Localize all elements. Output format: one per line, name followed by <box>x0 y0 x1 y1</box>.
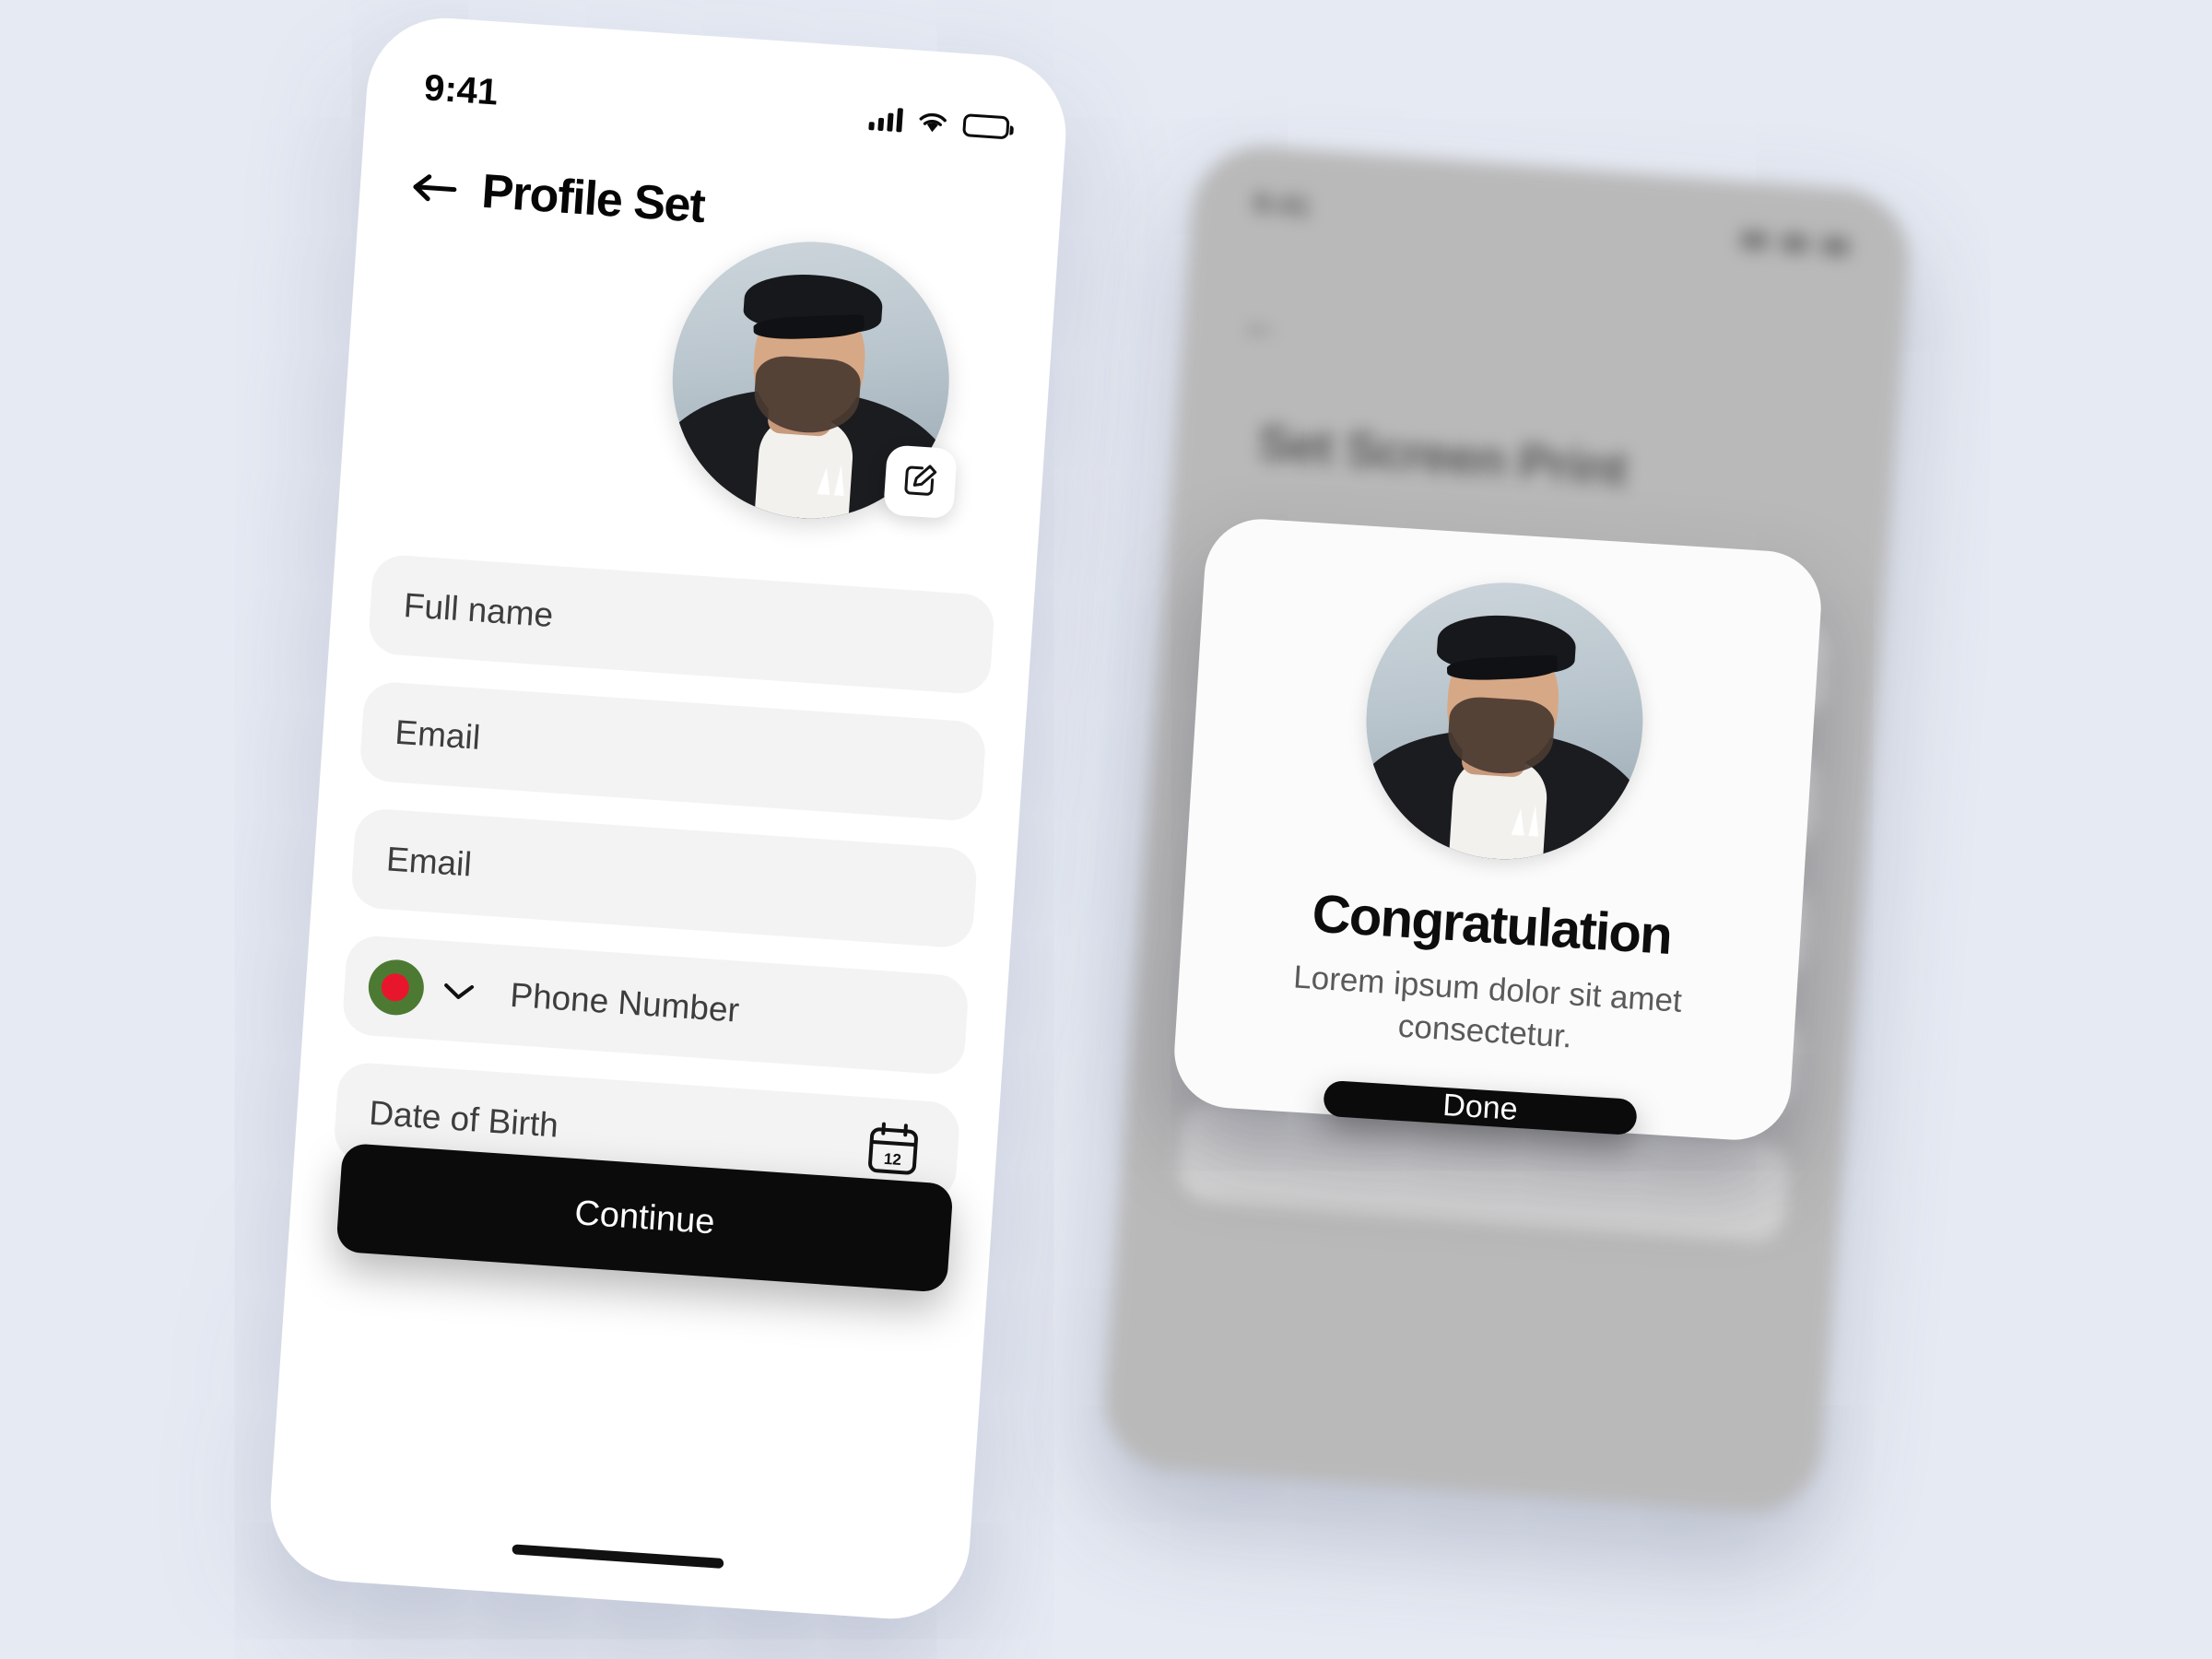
wifi-icon <box>1780 233 1810 254</box>
full-name-field[interactable]: Full name <box>367 553 996 696</box>
battery-icon <box>1820 236 1850 257</box>
front-phone-container: 9:41 Profile Set Full name Email Email P… <box>265 13 1071 1624</box>
edit-pencil-icon <box>900 460 940 504</box>
status-bar-time: 9:41 <box>422 66 500 113</box>
calendar-icon[interactable]: 12 <box>865 1121 921 1178</box>
battery-icon <box>962 112 1010 139</box>
date-of-birth-placeholder: Date of Birth <box>368 1093 560 1145</box>
cellular-signal-icon <box>868 106 903 133</box>
back-phone-status-bar: 9:41 <box>1191 178 1911 273</box>
home-indicator <box>512 1544 724 1569</box>
cellular-signal-icon <box>1739 229 1770 252</box>
avatar-block <box>663 232 959 528</box>
email-placeholder: Email <box>394 712 482 757</box>
status-bar-icons <box>868 106 1010 139</box>
svg-text:12: 12 <box>883 1150 901 1169</box>
avatar-portrait-image <box>1358 574 1652 868</box>
edit-avatar-button[interactable] <box>882 444 958 520</box>
bangladesh-flag-icon[interactable] <box>366 958 426 1018</box>
front-phone-screen: 9:41 Profile Set Full name Email Email P… <box>265 13 1071 1624</box>
email-field[interactable]: Email <box>359 680 987 823</box>
chevron-down-icon[interactable] <box>440 980 478 1005</box>
status-bar: 9:41 <box>366 59 1068 157</box>
congratulation-subtitle: Lorem ipsum dolor sit amet consectetur. <box>1292 959 1683 1055</box>
email-field-secondary[interactable]: Email <box>349 806 979 949</box>
email-secondary-placeholder: Email <box>384 840 474 884</box>
congratulation-card: Congratulation Lorem ipsum dolor sit ame… <box>1171 515 1825 1144</box>
page-header: Profile Set <box>410 159 706 234</box>
congratulation-avatar <box>1358 574 1652 868</box>
back-arrow-icon[interactable] <box>411 169 462 208</box>
back-phone-time: 9:41 <box>1252 188 1312 223</box>
phone-field[interactable]: Phone Number <box>341 934 971 1077</box>
full-name-placeholder: Full name <box>402 585 555 634</box>
back-phone-back-arrow-icon: ← <box>1239 300 1284 348</box>
back-phone-status-icons <box>1739 229 1850 257</box>
congratulation-title: Congratulation <box>1310 883 1674 966</box>
back-phone-page-title: Set Screen Print <box>1255 415 1630 498</box>
wifi-icon <box>916 110 949 135</box>
profile-form: Full name Email Email Phone Number Date … <box>331 553 996 1230</box>
phone-number-placeholder: Phone Number <box>509 975 741 1030</box>
page-title: Profile Set <box>479 164 707 234</box>
